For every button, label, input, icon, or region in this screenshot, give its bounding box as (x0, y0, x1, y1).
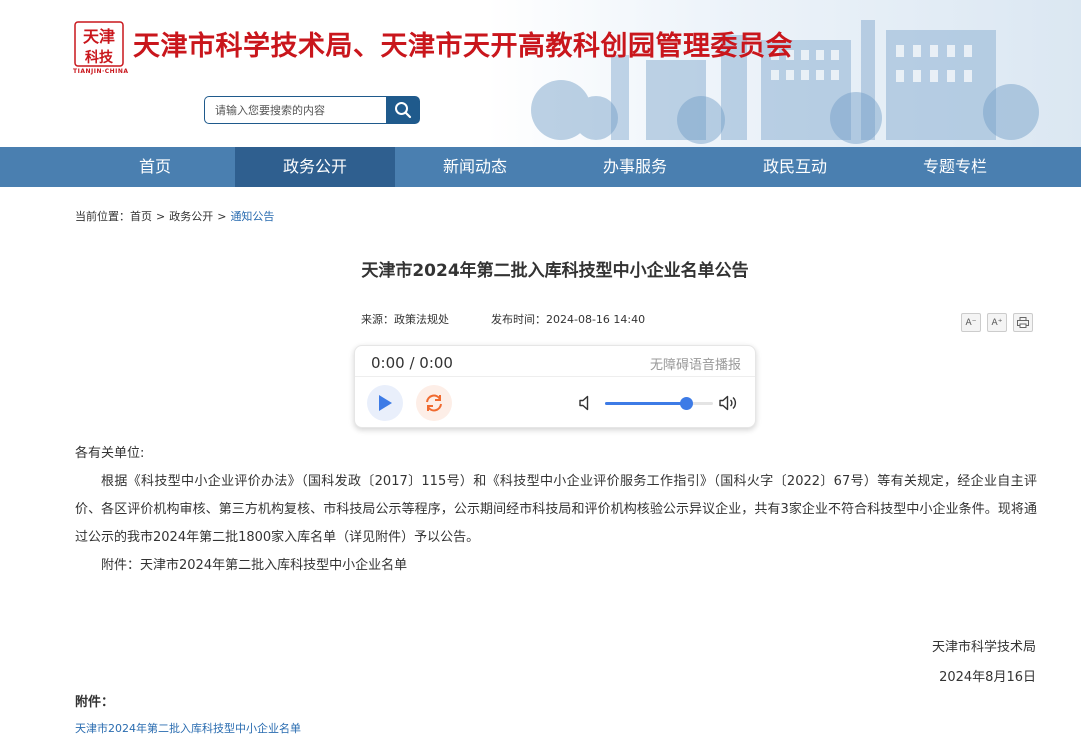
article-source: 来源：政策法规处 (361, 313, 449, 326)
article-publish-time: 发布时间：2024-08-16 14:40 (491, 313, 646, 326)
article-attachment-line: 附件：天津市2024年第二批入库科技型中小企业名单 (101, 558, 408, 573)
article-title: 天津市2024年第二批入库科技型中小企业名单公告 (361, 261, 749, 281)
article-salutation: 各有关单位: (75, 446, 145, 461)
print-icon (1017, 317, 1029, 328)
breadcrumb-link-home[interactable]: 首页 (130, 210, 152, 223)
loop-icon (426, 394, 442, 412)
breadcrumb-link-notices[interactable]: 通知公告 (230, 210, 274, 223)
nav-item-government-affairs[interactable]: 政务公开 (235, 147, 395, 187)
breadcrumb-prefix: 当前位置： (75, 210, 130, 223)
search-button[interactable] (386, 96, 420, 124)
audio-player: 0:00 / 0:00 无障碍语音播报 (354, 345, 756, 428)
svg-text:天津: 天津 (83, 27, 115, 46)
volume-low-icon[interactable] (579, 395, 593, 411)
nav-item-interaction[interactable]: 政民互动 (715, 147, 875, 187)
nav-item-services[interactable]: 办事服务 (555, 147, 715, 187)
font-smaller-button[interactable]: A⁻ (961, 313, 981, 332)
article-body: 各有关单位: 根据《科技型中小企业评价办法》（国科发政〔2017〕115号）和《… (75, 440, 1037, 580)
article-tools: A⁻ A⁺ (961, 313, 1033, 332)
attachment-link[interactable]: 天津市2024年第二批入库科技型中小企业名单 (75, 720, 301, 736)
logo-subtext: TIANJIN·CHINA (73, 68, 129, 75)
player-label: 无障碍语音播报 (649, 358, 741, 373)
breadcrumb-link-government-affairs[interactable]: 政务公开 (169, 210, 213, 223)
main-nav: 首页 政务公开 新闻动态 办事服务 政民互动 专题专栏 (0, 147, 1081, 187)
search-input[interactable] (204, 96, 386, 124)
article-signatory: 天津市科学技术局 (931, 640, 1036, 655)
print-button[interactable] (1013, 313, 1033, 332)
font-larger-button[interactable]: A⁺ (987, 313, 1007, 332)
volume-slider[interactable] (605, 397, 713, 410)
article-signature: 天津市科学技术局 2024年8月16日 (932, 633, 1036, 693)
attachments-heading: 附件： (75, 695, 115, 710)
player-divider (355, 376, 755, 377)
search-bar (204, 96, 420, 124)
site-title: 天津市科学技术局、天津市天开高教科创园管理委员会 (133, 31, 793, 62)
play-button[interactable] (367, 385, 403, 421)
nav-item-home[interactable]: 首页 (75, 147, 235, 187)
play-icon (379, 395, 392, 411)
svg-text:科技: 科技 (85, 49, 114, 66)
breadcrumb-separator: > (217, 210, 227, 223)
nav-item-news[interactable]: 新闻动态 (395, 147, 555, 187)
site-header: 天津 科技 TIANJIN·CHINA 天津市科学技术局、天津市天开高教科创园管… (0, 0, 1081, 147)
loop-button[interactable] (416, 385, 452, 421)
volume-slider-thumb[interactable] (680, 397, 693, 410)
article-date: 2024年8月16日 (939, 670, 1036, 685)
breadcrumb-separator: > (156, 210, 166, 223)
header-campus-illustration (531, 20, 1039, 144)
search-icon (395, 102, 412, 119)
player-time: 0:00 / 0:00 (371, 354, 453, 372)
article-paragraph: 根据《科技型中小企业评价办法》（国科发政〔2017〕115号）和《科技型中小企业… (75, 474, 1037, 545)
volume-high-icon[interactable] (719, 394, 739, 412)
volume-slider-fill (605, 402, 686, 405)
article-meta: 来源：政策法规处 发布时间：2024-08-16 14:40 (361, 311, 645, 327)
breadcrumb: 当前位置：首页 > 政务公开 > 通知公告 (75, 208, 274, 224)
nav-item-special-topics[interactable]: 专题专栏 (875, 147, 1035, 187)
